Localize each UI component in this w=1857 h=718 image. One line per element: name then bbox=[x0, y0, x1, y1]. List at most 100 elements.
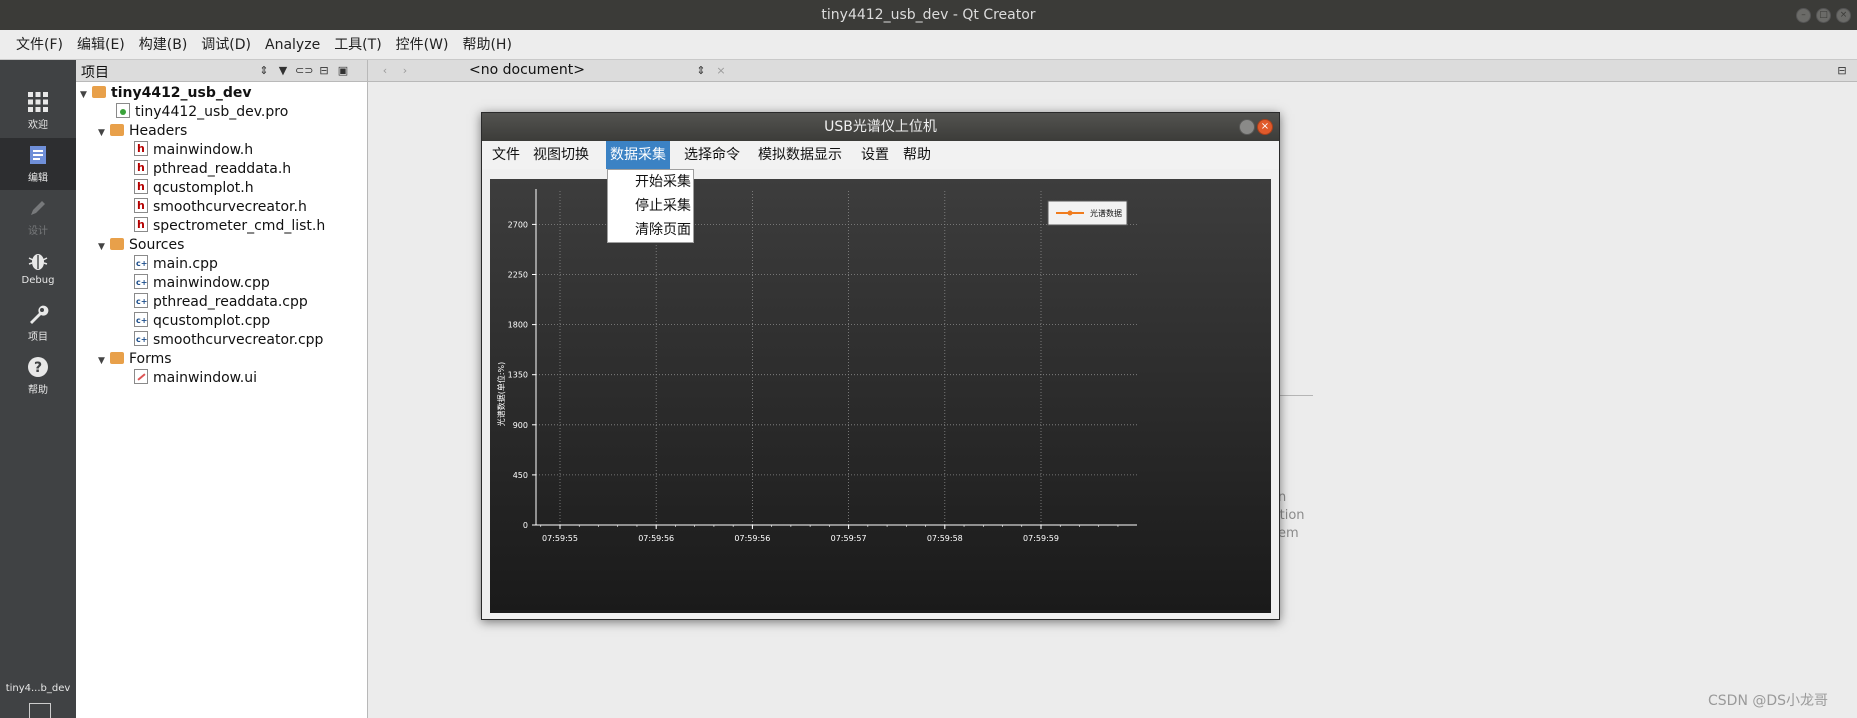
filter-icon[interactable]: ▼ bbox=[275, 63, 291, 79]
app-close-icon[interactable]: × bbox=[1257, 119, 1273, 135]
main-menubar: 文件(F) 编辑(E) 构建(B) 调试(D) Analyze 工具(T) 控件(W) 帮助(… bbox=[0, 30, 1857, 60]
mode-label: Debug bbox=[21, 275, 55, 286]
window-title-bar: tiny4412_usb_dev - Qt Creator – □ × bbox=[0, 0, 1857, 30]
header-file-icon bbox=[134, 177, 148, 196]
cpp-file-icon bbox=[134, 311, 148, 330]
app-menu-acquisition[interactable]: 数据采集 bbox=[606, 141, 670, 169]
menu-item-clear[interactable]: 清除页面 bbox=[608, 218, 693, 242]
menu-debug[interactable]: 调试(D) bbox=[194, 30, 258, 60]
tree-item-project[interactable]: ▼ tiny4412_usb_dev bbox=[80, 84, 252, 103]
spectrum-chart: 0 450 900 1350 1800 2250 2700 07:59:55 07:59:56… bbox=[490, 179, 1271, 613]
grid-icon bbox=[28, 92, 48, 112]
close-document-icon[interactable]: × bbox=[713, 63, 729, 79]
menu-analyze[interactable]: Analyze bbox=[258, 30, 327, 60]
app-menu-file[interactable]: 文件 bbox=[488, 141, 524, 169]
wrench-icon bbox=[30, 305, 49, 324]
pro-file-icon bbox=[116, 103, 130, 118]
minimize-icon[interactable]: – bbox=[1796, 8, 1811, 23]
cpp-file-icon bbox=[134, 273, 148, 292]
mode-design[interactable]: 设计 bbox=[0, 191, 76, 243]
y-tick-label: 2700 bbox=[508, 220, 528, 229]
y-tick-label: 2250 bbox=[508, 271, 528, 280]
close-panel-icon[interactable]: ▣ bbox=[335, 63, 351, 79]
forward-icon[interactable]: › bbox=[397, 63, 413, 79]
x-tick-label: 07:59:56 bbox=[734, 534, 770, 543]
app-window: USB光谱仪上位机 × 文件 视图切换 数据采集 选择命令 模拟数据显示 设置 … bbox=[481, 112, 1280, 620]
x-tick-label: 07:59:58 bbox=[927, 534, 963, 543]
menu-item-start[interactable]: 开始采集 bbox=[608, 170, 693, 194]
expand-arrow-icon[interactable]: ▼ bbox=[98, 124, 110, 143]
expand-arrow-icon[interactable]: ▼ bbox=[98, 238, 110, 257]
tree-item-pro[interactable]: tiny4412_usb_dev.pro bbox=[116, 103, 288, 122]
tree-item-file[interactable]: pthread_readdata.cpp bbox=[134, 292, 308, 312]
dropdown-arrow-icon[interactable]: ⇕ bbox=[693, 63, 709, 79]
folder-icon bbox=[110, 352, 124, 364]
expand-arrow-icon[interactable]: ▼ bbox=[98, 352, 110, 371]
tree-item-file[interactable]: mainwindow.ui bbox=[134, 369, 257, 388]
link-icon[interactable]: ⊂⊃ bbox=[295, 63, 313, 79]
mode-projects[interactable]: 项目 bbox=[0, 297, 76, 349]
app-menu-help[interactable]: 帮助 bbox=[899, 141, 935, 169]
folder-icon bbox=[110, 238, 124, 250]
menu-help[interactable]: 帮助(H) bbox=[455, 30, 518, 60]
tree-item-file[interactable]: spectrometer_cmd_list.h bbox=[134, 215, 325, 236]
app-menu-command[interactable]: 选择命令 bbox=[680, 141, 744, 169]
mode-debug[interactable]: Debug bbox=[0, 244, 76, 296]
menu-widgets[interactable]: 控件(W) bbox=[389, 30, 456, 60]
menu-item-stop[interactable]: 停止采集 bbox=[608, 194, 693, 218]
hint-text: ition bbox=[1276, 508, 1305, 523]
app-menu-simulate[interactable]: 模拟数据显示 bbox=[754, 141, 846, 169]
project-panel-title: 项目 bbox=[81, 65, 109, 81]
expand-arrow-icon[interactable]: ▼ bbox=[80, 86, 92, 105]
tree-item-file[interactable]: qcustomplot.cpp bbox=[134, 311, 270, 331]
close-icon[interactable]: × bbox=[1836, 8, 1851, 23]
menu-build[interactable]: 构建(B) bbox=[132, 30, 195, 60]
app-menubar: 文件 视图切换 数据采集 选择命令 模拟数据显示 设置 帮助 bbox=[482, 141, 1279, 169]
mode-edit[interactable]: 编辑 bbox=[0, 138, 76, 190]
tree-item-file[interactable]: main.cpp bbox=[134, 254, 218, 274]
svg-text:?: ? bbox=[34, 360, 42, 376]
ui-file-icon bbox=[134, 369, 148, 384]
mode-welcome[interactable]: 欢迎 bbox=[0, 85, 76, 137]
chart-legend: 光谱数据 bbox=[1047, 200, 1128, 226]
mode-help[interactable]: ? 帮助 bbox=[0, 350, 76, 402]
tree-item-file[interactable]: mainwindow.cpp bbox=[134, 273, 270, 293]
tree-item-sources[interactable]: ▼ Sources bbox=[98, 236, 184, 255]
tree-item-file[interactable]: smoothcurvecreator.h bbox=[134, 196, 307, 217]
legend-marker bbox=[1067, 210, 1073, 216]
document-icon bbox=[30, 146, 46, 164]
menu-edit[interactable]: 编辑(E) bbox=[70, 30, 132, 60]
target-selector-icon[interactable] bbox=[29, 703, 51, 718]
folder-icon bbox=[110, 124, 124, 136]
acquisition-dropdown: 开始采集 停止采集 清除页面 bbox=[607, 169, 694, 243]
split-icon[interactable]: ⊟ bbox=[316, 63, 332, 79]
split-editor-icon[interactable]: ⊟ bbox=[1834, 63, 1850, 79]
tree-item-file[interactable]: smoothcurvecreator.cpp bbox=[134, 330, 323, 350]
app-menu-settings[interactable]: 设置 bbox=[857, 141, 893, 169]
x-tick-label: 07:59:59 bbox=[1023, 534, 1059, 543]
y-axis-label: 光谱数据(单位:%) bbox=[496, 362, 506, 427]
mode-label: 编辑 bbox=[28, 173, 48, 184]
mode-label: 帮助 bbox=[28, 385, 48, 396]
mode-selector: 欢迎 编辑 设计 Debug 项目 ? 帮助 tiny4...b_dev bbox=[0, 60, 76, 718]
back-icon[interactable]: ‹ bbox=[377, 63, 393, 79]
mode-label: 项目 bbox=[28, 332, 48, 343]
menu-tools[interactable]: 工具(T) bbox=[327, 30, 388, 60]
app-title-bar: USB光谱仪上位机 × bbox=[482, 113, 1279, 141]
app-minimize-icon[interactable] bbox=[1239, 119, 1255, 135]
document-selector[interactable]: <no document> bbox=[469, 62, 585, 78]
active-project-label[interactable]: tiny4...b_dev bbox=[0, 683, 76, 694]
y-tick-label: 450 bbox=[513, 471, 528, 480]
header-file-icon bbox=[134, 158, 148, 177]
menu-file[interactable]: 文件(F) bbox=[9, 30, 70, 60]
y-tick-label: 1350 bbox=[508, 371, 528, 380]
sort-icon[interactable]: ⇕ bbox=[256, 63, 272, 79]
tree-item-file[interactable]: mainwindow.h bbox=[134, 139, 253, 160]
tree-item-file[interactable]: pthread_readdata.h bbox=[134, 158, 291, 179]
tree-item-file[interactable]: qcustomplot.h bbox=[134, 177, 254, 198]
x-tick-label: 07:59:55 bbox=[542, 534, 578, 543]
maximize-icon[interactable]: □ bbox=[1816, 8, 1831, 23]
tree-item-forms[interactable]: ▼ Forms bbox=[98, 350, 172, 369]
x-tick-label: 07:59:57 bbox=[831, 534, 867, 543]
app-menu-view[interactable]: 视图切换 bbox=[529, 141, 593, 169]
